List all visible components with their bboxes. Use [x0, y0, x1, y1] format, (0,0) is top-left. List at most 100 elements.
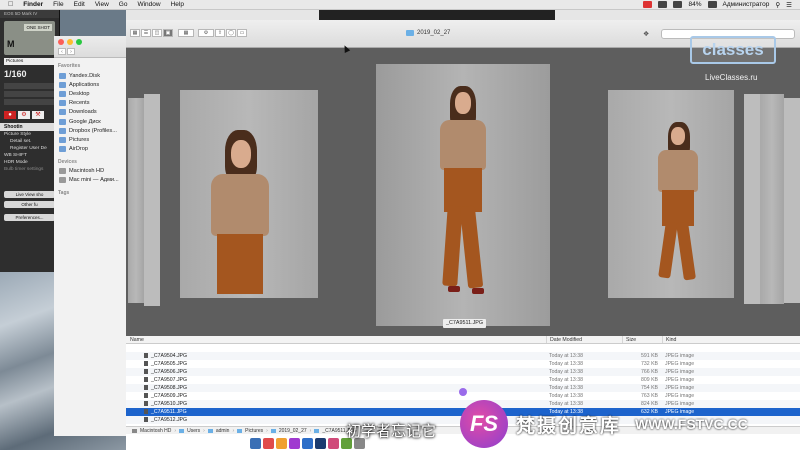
- live-view-button[interactable]: Live View sho: [4, 191, 55, 198]
- dock-finder-icon[interactable]: [250, 437, 261, 449]
- pictures-icon: [59, 136, 66, 143]
- menu-edit[interactable]: Edit: [74, 1, 85, 8]
- path-segment[interactable]: 2019_02_27: [279, 428, 307, 434]
- gear-icon[interactable]: ⚙: [198, 29, 214, 37]
- cover-photo[interactable]: [744, 94, 760, 304]
- path-segment[interactable]: Macintosh HD: [140, 428, 171, 434]
- cover-photo[interactable]: [144, 94, 160, 306]
- menu-window[interactable]: Window: [137, 1, 160, 8]
- path-segment[interactable]: admin: [216, 428, 230, 434]
- close-button[interactable]: [58, 39, 64, 45]
- tag-icon[interactable]: ◯: [226, 29, 236, 37]
- menu-app-finder[interactable]: Finder: [23, 1, 43, 8]
- dock-app-icon[interactable]: [263, 437, 274, 449]
- minimize-button[interactable]: [67, 39, 73, 45]
- arrange-icon[interactable]: ▦: [178, 29, 194, 37]
- menu-view[interactable]: View: [95, 1, 109, 8]
- menu-file[interactable]: File: [53, 1, 63, 8]
- dock-app-icon[interactable]: [328, 437, 339, 449]
- forward-icon[interactable]: ›: [67, 48, 75, 55]
- exposure-row[interactable]: [4, 83, 55, 89]
- column-size[interactable]: Size: [622, 336, 662, 343]
- wb-shift-item[interactable]: WB SHIFT: [0, 152, 59, 159]
- cover-photo[interactable]: [784, 98, 800, 303]
- model-sweater: [211, 174, 269, 236]
- register-user-def-item[interactable]: Register User De: [0, 145, 59, 152]
- share-icon[interactable]: ⇧: [215, 29, 225, 37]
- cell-text: _C7A9510.JPG: [151, 401, 188, 407]
- other-functions-button[interactable]: Other fu: [4, 201, 55, 208]
- record-status-icon[interactable]: [643, 1, 653, 8]
- cover-photo[interactable]: [128, 98, 144, 303]
- dock-premiere-icon[interactable]: [289, 437, 300, 449]
- path-segment[interactable]: Users: [187, 428, 200, 434]
- column-view-icon[interactable]: ◫: [152, 29, 162, 37]
- sidebar-item[interactable]: Desktop: [54, 89, 128, 98]
- sidebar-item[interactable]: Yandex.Disk: [54, 71, 128, 80]
- sidebar-item[interactable]: Recents: [54, 99, 128, 108]
- bulb-timer-item[interactable]: Bulb timer settings: [0, 166, 59, 173]
- dock-lightroom-icon[interactable]: [315, 437, 326, 449]
- table-row[interactable]: _C7A9505.JPG Today at 13:38 732 KB JPEG ima…: [126, 360, 800, 368]
- table-row[interactable]: _C7A9507.JPG Today at 13:38 809 KB JPEG ima…: [126, 376, 800, 384]
- user-name[interactable]: Администратор: [723, 1, 770, 8]
- eos-utility-panel: EOS 5D Mark IV ONE SHOT M Pictures 1/160…: [0, 10, 60, 272]
- zoom-button[interactable]: [76, 39, 82, 45]
- picture-style-item[interactable]: Picture Style: [0, 131, 59, 138]
- sidebar-item[interactable]: Applications: [54, 80, 128, 89]
- detail-set-item[interactable]: Detail set.: [0, 138, 59, 145]
- path-segment[interactable]: Pictures: [245, 428, 263, 434]
- wifi-icon[interactable]: [707, 1, 717, 8]
- model-leg: [442, 205, 463, 287]
- sidebar-item[interactable]: Macintosh HD: [54, 167, 128, 176]
- dock-app-icon[interactable]: [276, 437, 287, 449]
- dropbox-icon[interactable]: ❖: [643, 30, 649, 38]
- battery-label[interactable]: 84%: [688, 1, 701, 8]
- column-name[interactable]: Name: [126, 336, 546, 343]
- table-row[interactable]: [126, 344, 800, 352]
- cloud-status-icon[interactable]: [658, 1, 668, 8]
- cover-photo[interactable]: [608, 90, 734, 298]
- cover-photo[interactable]: [760, 94, 784, 304]
- bluetooth-icon[interactable]: [673, 1, 683, 8]
- folder-icon: [59, 118, 66, 125]
- back-icon[interactable]: ‹: [58, 48, 66, 55]
- spotlight-icon[interactable]: ⚲: [775, 1, 780, 9]
- quality-row[interactable]: [4, 99, 55, 105]
- path-icon[interactable]: ▭: [237, 29, 247, 37]
- sidebar-item[interactable]: Dropbox (Profiles...: [54, 126, 128, 135]
- tab-shooting-icon[interactable]: ●: [4, 111, 16, 119]
- dock-photoshop-icon[interactable]: [302, 437, 313, 449]
- hdr-mode-item[interactable]: HDR Mode: [0, 159, 59, 166]
- cover-photo[interactable]: [180, 90, 318, 298]
- cell-text: 809 KB: [640, 377, 658, 383]
- list-view-icon[interactable]: ☰: [141, 29, 151, 37]
- cell-name: _C7A9508.JPG: [126, 384, 546, 392]
- save-location-field[interactable]: Pictures: [4, 58, 55, 65]
- icon-view-icon[interactable]: ▦: [130, 29, 140, 37]
- tab-wrench-icon[interactable]: ⚒: [32, 111, 44, 119]
- column-date-modified[interactable]: Date Modified: [546, 336, 622, 343]
- sidebar-item[interactable]: Pictures: [54, 135, 128, 144]
- path-separator-icon: ›: [309, 427, 312, 434]
- menu-help[interactable]: Help: [171, 1, 184, 8]
- menu-go[interactable]: Go: [119, 1, 128, 8]
- tab-settings-icon[interactable]: ⚙: [18, 111, 30, 119]
- table-row[interactable]: _C7A9504.JPG Today at 13:38 591 KB JPEG ima…: [126, 352, 800, 360]
- iso-row[interactable]: [4, 91, 55, 97]
- sidebar-item[interactable]: Mac mini — Адми...: [54, 176, 128, 185]
- cell-text: _C7A9504.JPG: [151, 353, 188, 359]
- tags-heading: Tags: [58, 190, 70, 197]
- af-mode-badge[interactable]: ONE SHOT: [24, 24, 52, 31]
- sidebar-item[interactable]: Downloads: [54, 108, 128, 117]
- notification-center-icon[interactable]: ☰: [786, 1, 792, 9]
- sidebar-item[interactable]: Google Диск: [54, 117, 128, 126]
- apple-menu-icon[interactable]: : [8, 1, 13, 8]
- shutter-speed[interactable]: 1/160: [4, 69, 55, 79]
- sidebar-item[interactable]: AirDrop: [54, 145, 128, 154]
- column-kind[interactable]: Kind: [662, 336, 800, 343]
- preferences-button[interactable]: Preferences...: [4, 214, 55, 221]
- cover-photo-selected[interactable]: [376, 64, 550, 326]
- table-row[interactable]: _C7A9506.JPG Today at 13:38 766 KB JPEG ima…: [126, 368, 800, 376]
- cover-flow-icon[interactable]: ▣: [163, 29, 173, 37]
